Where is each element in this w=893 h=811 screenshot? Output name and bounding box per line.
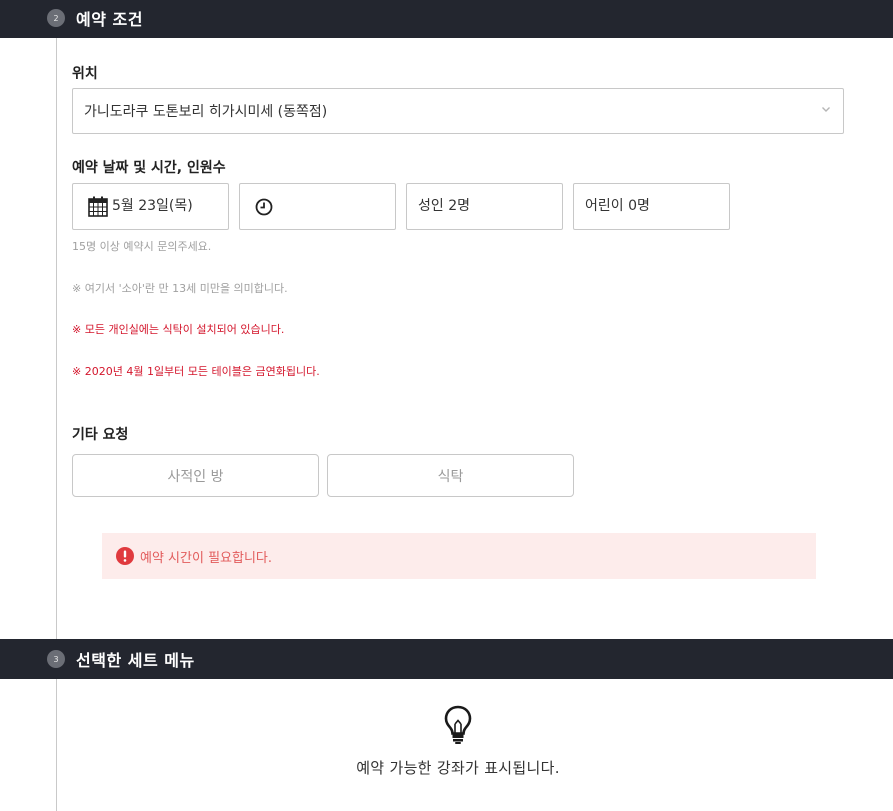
children-selector[interactable]: 어린이 0명 [573,183,730,230]
clock-icon [255,198,273,216]
adults-selector[interactable]: 성인 2명 [406,183,563,230]
error-message: 예약 시간이 필요합니다. [140,550,272,566]
group-notice: 15명 이상 예약시 문의주세요. [72,240,212,253]
step-badge: 3 [47,650,65,668]
calendar-icon [88,196,108,217]
location-select[interactable]: 가니도라쿠 도톤보리 히가시미세 (동쪽점) [72,88,844,134]
other-requests-label: 기타 요청 [72,427,129,443]
location-label: 위치 [72,66,98,82]
adults-value: 성인 2명 [418,198,470,214]
exclamation-circle-icon [116,547,134,565]
table-button[interactable]: 식탁 [327,454,574,497]
section-title: 선택한 세트 메뉴 [76,651,195,670]
timeline-line [56,38,57,639]
date-picker[interactable]: 5월 23일(목) [72,183,229,230]
children-value: 어린이 0명 [585,198,650,214]
section-header-reservation-conditions: 2 예약 조건 [0,0,893,38]
empty-state-message: 예약 가능한 강좌가 표시됩니다. [356,759,560,777]
section-title: 예약 조건 [76,10,143,29]
lightbulb-icon [444,705,472,744]
private-room-notice: ※ 모든 개인실에는 식탁이 설치되어 있습니다. [72,323,285,336]
private-room-button[interactable]: 사적인 방 [72,454,319,497]
date-value: 5월 23일(목) [112,198,193,214]
no-smoking-notice: ※ 2020년 4월 1일부터 모든 테이블은 금연화됩니다. [72,365,320,378]
location-selected-value: 가니도라쿠 도톤보리 히가시미세 (동쪽점) [84,104,328,120]
error-alert: 예약 시간이 필요합니다. [102,533,816,579]
chevron-down-icon [822,107,830,112]
timeline-line [56,679,57,811]
step-badge: 2 [47,9,65,27]
datetime-label: 예약 날짜 및 시간, 인원수 [72,160,226,176]
section-header-selected-set-menu: 3 선택한 세트 메뉴 [0,639,893,679]
child-definition-notice: ※ 여기서 '소아'란 만 13세 미만을 의미합니다. [72,282,288,295]
time-picker[interactable] [239,183,396,230]
